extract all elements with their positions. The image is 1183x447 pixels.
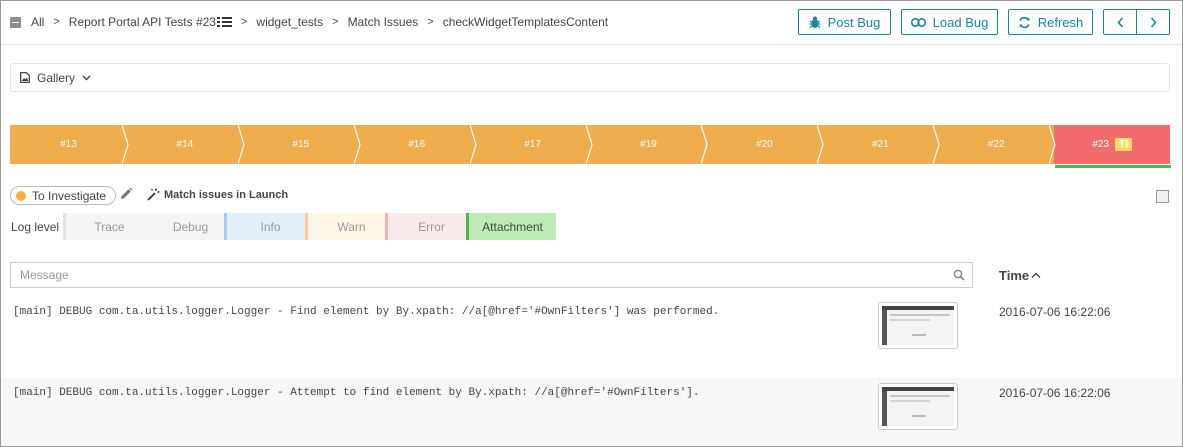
history-item[interactable]: #13: [10, 125, 129, 164]
history-item[interactable]: #22: [938, 125, 1056, 164]
refresh-label: Refresh: [1037, 14, 1084, 30]
history-separator-arrow: [353, 125, 361, 164]
history-item[interactable]: #19: [590, 125, 709, 164]
chevron-right-icon: >: [240, 16, 248, 28]
breadcrumb-item-all[interactable]: All: [31, 15, 44, 29]
collapse-icon[interactable]: [10, 16, 21, 28]
breadcrumb-item-launch[interactable]: Report Portal API Tests #23: [69, 15, 216, 29]
match-issues-label: Match issues in Launch: [164, 188, 289, 201]
history-item-label: #13: [60, 139, 77, 150]
image-file-icon: [20, 72, 30, 83]
active-item-underline: [1055, 165, 1171, 168]
defect-type-label: To Investigate: [32, 188, 107, 203]
sort-ascending-icon: [1031, 272, 1041, 278]
search-icon[interactable]: [953, 269, 965, 281]
chevron-right-icon: >: [332, 16, 339, 28]
history-item-label: #17: [524, 139, 541, 150]
history-separator-arrow: [701, 125, 709, 164]
history-item-label: #22: [987, 139, 1005, 150]
history-separator-arrow: [1049, 125, 1056, 164]
next-button[interactable]: [1136, 9, 1170, 35]
time-column-header[interactable]: Time: [999, 268, 1041, 283]
history-item-label: #23: [1092, 139, 1109, 150]
post-bug-button[interactable]: Post Bug: [798, 9, 891, 35]
breadcrumb-item-step: checkWidgetTemplatesContent: [442, 15, 609, 29]
history-separator-arrow: [469, 125, 477, 164]
load-bug-button[interactable]: Load Bug: [901, 9, 998, 35]
load-bug-label: Load Bug: [932, 14, 989, 30]
chevron-right-icon: >: [53, 16, 60, 28]
chevron-left-icon: [1116, 16, 1123, 28]
time-header-label: Time: [999, 268, 1030, 283]
gallery-label: Gallery: [37, 70, 76, 85]
defect-type-badge[interactable]: To Investigate: [10, 186, 117, 205]
history-item[interactable]: #23 TI: [1054, 125, 1171, 164]
history-separator-arrow: [121, 125, 129, 164]
log-level-trace[interactable]: Trace: [63, 213, 153, 240]
history-line: #13 #14 #15 #16 #17 #19 #20 #21 #22 #23 TI: [10, 125, 1171, 164]
magic-wand-icon: [147, 188, 160, 201]
log-time: 2016-07-06 16:22:06: [999, 305, 1111, 319]
pencil-icon[interactable]: [119, 187, 133, 201]
log-level-warn[interactable]: Warn: [305, 213, 395, 240]
defect-type-dot: [16, 190, 26, 201]
attachment-thumbnail[interactable]: [878, 383, 958, 430]
history-item[interactable]: #17: [474, 125, 593, 164]
history-item-label: #19: [640, 139, 657, 150]
history-item[interactable]: #20: [706, 125, 824, 164]
history-separator-arrow: [237, 125, 245, 164]
history-item[interactable]: #15: [242, 125, 361, 164]
history-item[interactable]: #21: [822, 125, 940, 164]
log-message: [main] DEBUG com.ta.utils.logger.Logger …: [13, 306, 720, 318]
history-item[interactable]: #16: [358, 125, 477, 164]
gallery-toggle[interactable]: Gallery: [10, 63, 1170, 92]
attachment-thumbnail[interactable]: [878, 302, 958, 349]
log-message: [main] DEBUG com.ta.utils.logger.Logger …: [13, 387, 700, 399]
previous-button[interactable]: [1103, 9, 1137, 35]
link-icon: [910, 17, 926, 27]
list-icon[interactable]: [216, 16, 232, 28]
log-time: 2016-07-06 16:22:06: [999, 386, 1111, 400]
history-separator-arrow: [817, 125, 824, 164]
match-issues-button[interactable]: Match issues in Launch: [147, 188, 288, 201]
log-level-info[interactable]: Info: [224, 213, 314, 240]
refresh-icon: [1019, 16, 1030, 28]
top-bar: All > Report Portal API Tests #23 > widg…: [1, 1, 1182, 45]
breadcrumb-item-test[interactable]: Match Issues: [348, 15, 419, 29]
history-item-label: #21: [871, 139, 889, 150]
log-level-error[interactable]: Error: [385, 213, 475, 240]
message-search-input[interactable]: [20, 268, 972, 282]
breadcrumb: All > Report Portal API Tests #23 > widg…: [10, 15, 608, 29]
history-item-label: #15: [292, 139, 310, 150]
defect-badge: TI: [1115, 138, 1132, 151]
history-item-label: #16: [408, 139, 426, 150]
history-item-label: #14: [176, 139, 194, 150]
log-row: [main] DEBUG com.ta.utils.logger.Logger …: [1, 297, 1182, 365]
log-row: [main] DEBUG com.ta.utils.logger.Logger …: [1, 378, 1182, 446]
post-bug-label: Post Bug: [827, 14, 881, 30]
refresh-button[interactable]: Refresh: [1008, 9, 1093, 35]
chevron-down-icon: [82, 75, 91, 80]
chevron-right-icon: [1150, 16, 1157, 28]
bug-icon: [809, 16, 821, 28]
log-level-attachment[interactable]: Attachment: [466, 213, 556, 240]
history-separator-arrow: [933, 125, 940, 164]
breadcrumb-item-suite[interactable]: widget_tests: [256, 15, 323, 29]
select-checkbox[interactable]: [1156, 190, 1169, 203]
history-item-label: #20: [756, 139, 773, 150]
history-separator-arrow: [585, 125, 593, 164]
history-item[interactable]: #14: [126, 125, 245, 164]
log-level-debug[interactable]: Debug: [144, 213, 234, 240]
message-search: [10, 262, 973, 288]
chevron-right-icon: >: [427, 16, 434, 28]
log-level-label: Log level: [11, 220, 60, 234]
